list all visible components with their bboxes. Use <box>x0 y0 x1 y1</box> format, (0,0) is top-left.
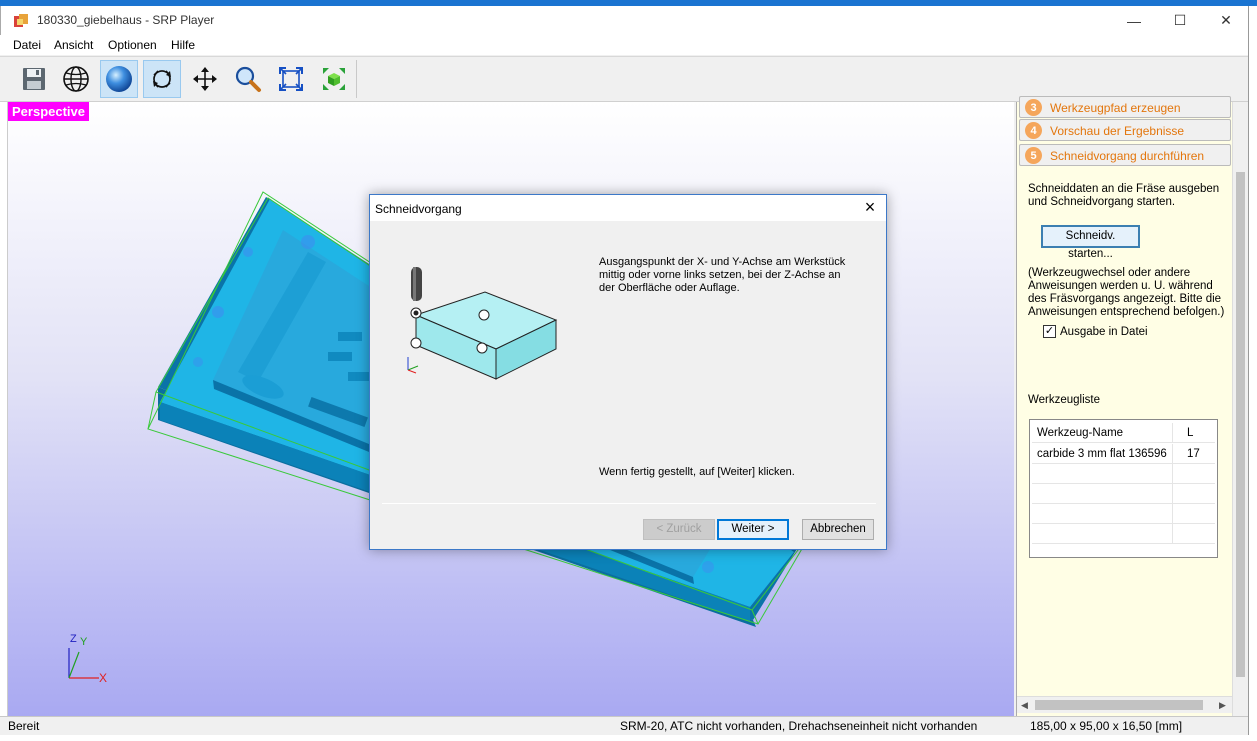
column-header-tool-name[interactable]: Werkzeug-Name <box>1037 427 1123 439</box>
minimize-button[interactable]: — <box>1111 6 1157 35</box>
tool-list-title: Werkzeugliste <box>1028 394 1101 406</box>
step-number-badge: 5 <box>1025 147 1042 164</box>
axis-y-label: Y <box>80 636 88 648</box>
axis-x-label: X <box>99 671 108 685</box>
scrollbar-thumb[interactable] <box>1236 172 1245 677</box>
step-number-badge: 4 <box>1025 122 1042 139</box>
maximize-button[interactable]: ☐ <box>1157 6 1203 35</box>
floppy-icon <box>23 68 45 90</box>
magnifier-icon <box>235 66 261 92</box>
globe-wire-icon <box>63 66 89 92</box>
rotate-button[interactable] <box>143 60 181 98</box>
step-number-badge: 3 <box>1025 99 1042 116</box>
pan-button[interactable] <box>186 60 224 98</box>
column-header-length[interactable]: L <box>1187 427 1193 439</box>
zoom-box-icon <box>323 68 345 90</box>
tool-name-cell: carbide 3 mm flat 136596 <box>1037 448 1167 460</box>
scrollbar-thumb[interactable] <box>1035 700 1203 710</box>
axis-z-label: Z <box>70 633 77 645</box>
dialog-instruction-line: mittig oder vorne links setzen, bei der … <box>599 269 841 281</box>
step-toolpath[interactable]: 3 Werkzeugpfad erzeugen <box>1019 96 1231 118</box>
app-icon <box>13 13 29 29</box>
table-row[interactable]: carbide 3 mm flat 136596 17 <box>1032 444 1215 464</box>
next-button[interactable]: Weiter > <box>717 519 789 540</box>
table-row-empty <box>1032 524 1215 544</box>
step-label: Schneidvorgang durchführen <box>1050 149 1205 163</box>
window-title: 180330_giebelhaus - SRP Player <box>37 13 215 27</box>
table-row-empty <box>1032 484 1215 504</box>
status-machine: SRM-20, ATC nicht vorhanden, Drehachsene… <box>620 719 978 733</box>
wireframe-button[interactable] <box>57 60 95 98</box>
panel-intro-line: Schneiddaten an die Fräse ausgeben <box>1028 183 1220 195</box>
panel-intro-line: und Schneidvorgang starten. <box>1028 196 1176 208</box>
table-header-row: Werkzeug-Name L <box>1032 423 1215 443</box>
step-label: Werkzeugpfad erzeugen <box>1050 101 1181 115</box>
shaded-view-button[interactable] <box>100 60 138 98</box>
panel-note-line: Anweisungen entsprechend befolgen.) <box>1028 306 1225 318</box>
close-button[interactable]: ✕ <box>1203 6 1249 35</box>
table-row-empty <box>1032 464 1215 484</box>
status-bar: Bereit SRM-20, ATC nicht vorhanden, Dreh… <box>0 716 1248 735</box>
move-icon <box>193 67 217 91</box>
back-button[interactable]: < Zurück <box>643 519 715 540</box>
background-window-edge <box>1248 6 1257 741</box>
fit-view-icon <box>279 67 303 91</box>
dialog-instruction-line: Ausgangspunkt der X- und Y-Achse am Werk… <box>599 256 846 268</box>
dialog-title-bar: Schneidvorgang × <box>370 195 886 221</box>
panel-note-line: (Werkzeugwechsel oder andere <box>1028 267 1191 279</box>
status-ready: Bereit <box>8 719 40 733</box>
scroll-right-icon[interactable]: ▶ <box>1219 700 1226 711</box>
menu-optionen[interactable]: Optionen <box>108 38 157 52</box>
dialog-title: Schneidvorgang <box>375 202 462 216</box>
dialog-close-button[interactable]: × <box>856 197 884 219</box>
step-preview[interactable]: 4 Vorschau der Ergebnisse <box>1019 119 1231 141</box>
menu-datei[interactable]: Datei <box>13 38 41 52</box>
horizontal-scrollbar[interactable]: ◀ ▶ <box>1017 696 1232 713</box>
dialog-divider <box>382 503 876 504</box>
menu-hilfe[interactable]: Hilfe <box>171 38 195 52</box>
view-mode-label: Perspective <box>8 102 89 121</box>
save-button[interactable] <box>15 60 53 98</box>
cutting-dialog: Schneidvorgang × Ausgangspunkt der X- un… <box>369 194 887 550</box>
dialog-instruction-line: der Oberfläche oder Auflage. <box>599 282 740 294</box>
process-panel: 3 Werkzeugpfad erzeugen 4 Vorschau der E… <box>1016 96 1232 716</box>
panel-note-line: Anweisungen werden u. U. während <box>1028 280 1213 292</box>
zoom-button[interactable] <box>229 60 267 98</box>
output-to-file-label: Ausgabe in Datei <box>1060 326 1148 338</box>
toolbar-separator <box>356 60 357 98</box>
title-bar: 180330_giebelhaus - SRP Player — ☐ ✕ <box>0 6 1248 35</box>
status-dimensions: 185,00 x 95,00 x 16,50 [mm] <box>1030 719 1183 733</box>
origin-illustration <box>407 267 558 380</box>
menu-ansicht[interactable]: Ansicht <box>54 38 93 52</box>
background-window-sliver <box>0 102 8 716</box>
cancel-button[interactable]: Abbrechen <box>802 519 874 540</box>
table-row-empty <box>1032 504 1215 524</box>
rotate-icon <box>153 70 171 88</box>
step-cutting[interactable]: 5 Schneidvorgang durchführen <box>1019 144 1231 166</box>
vertical-scrollbar[interactable] <box>1232 102 1248 716</box>
background-window-edge <box>0 735 1257 741</box>
dialog-hint: Wenn fertig gestellt, auf [Weiter] klick… <box>599 466 795 478</box>
tool-length-cell: 17 <box>1187 448 1200 460</box>
step-label: Vorschau der Ergebnisse <box>1050 124 1185 138</box>
fit-view-button[interactable] <box>272 60 310 98</box>
tool-list-table: Werkzeug-Name L carbide 3 mm flat 136596… <box>1029 419 1218 558</box>
start-cutting-button[interactable]: Schneidv. starten... <box>1041 225 1140 260</box>
sphere-icon <box>106 66 132 92</box>
output-to-file-checkbox[interactable]: ✓ <box>1043 325 1056 338</box>
menu-bar: Datei Ansicht Optionen Hilfe <box>0 35 1248 55</box>
scroll-left-icon[interactable]: ◀ <box>1021 700 1028 711</box>
panel-note-line: des Fräsvorgangs angezeigt. Bitte die <box>1028 293 1222 305</box>
zoom-box-button[interactable] <box>315 60 353 98</box>
